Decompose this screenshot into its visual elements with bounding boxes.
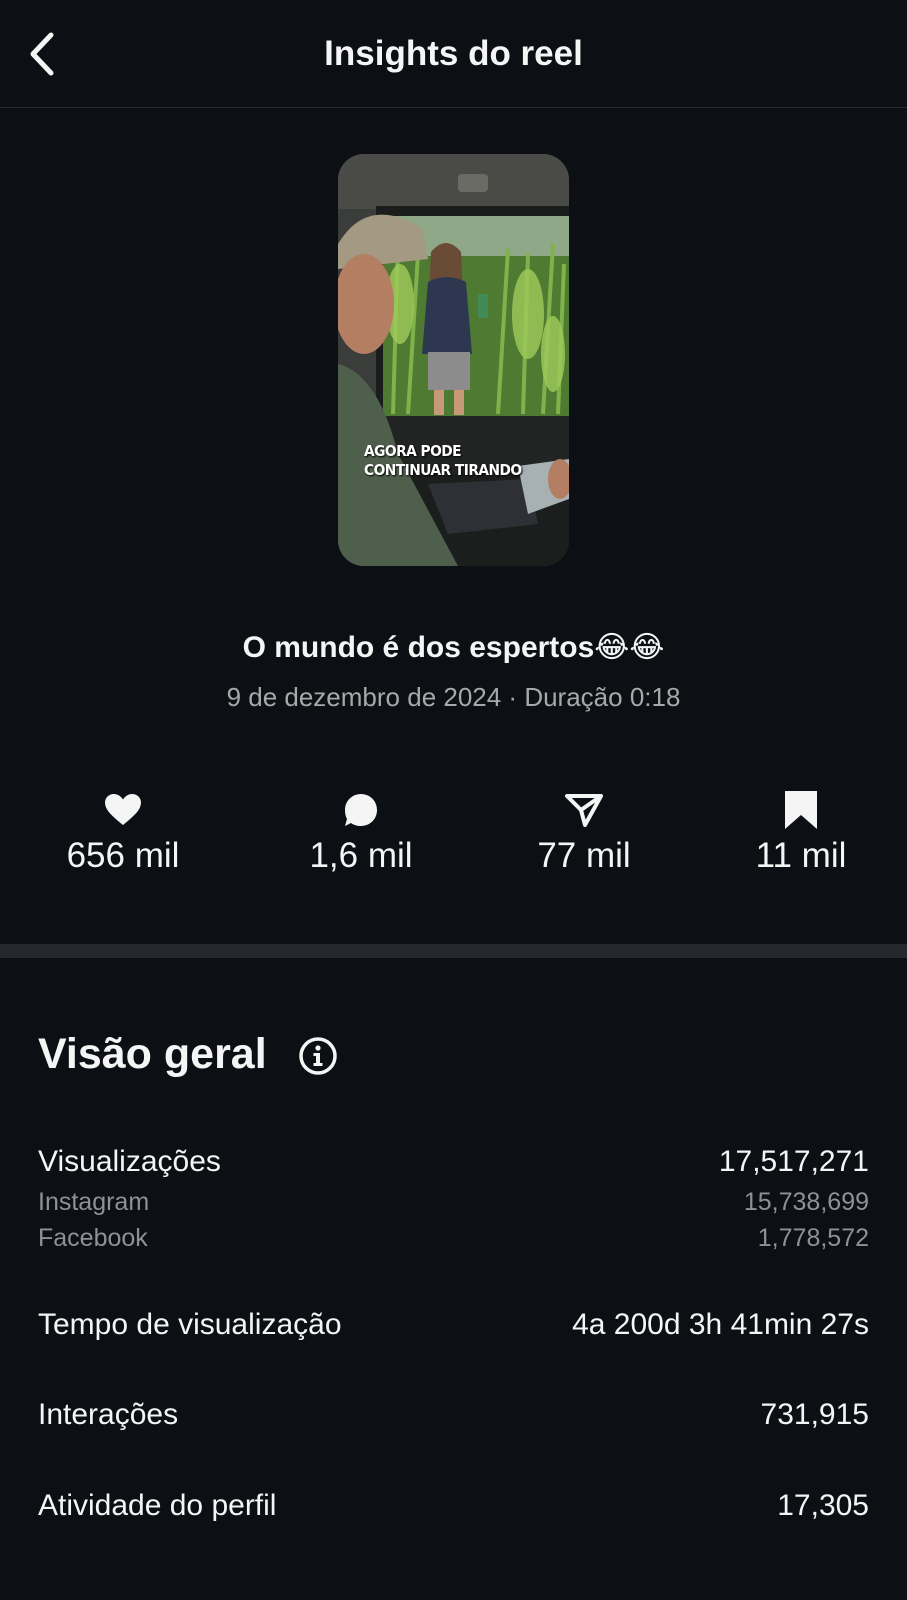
interactions-value: 731,915: [760, 1398, 869, 1431]
saves-stat: 11 mil: [701, 790, 901, 876]
shares-count: 77 mil: [537, 836, 631, 875]
reel-thumbnail[interactable]: AGORA PODE CONTINUAR TIRANDO: [338, 154, 569, 566]
heart-icon: [105, 794, 141, 825]
share-icon: [565, 794, 603, 827]
reel-title: O mundo é dos espertos😂😂: [242, 631, 665, 664]
info-icon[interactable]: [298, 1036, 338, 1076]
top-bar: Insights do reel: [0, 0, 907, 108]
watch-time-value: 4a 200d 3h 41min 27s: [572, 1308, 869, 1341]
page-title: Insights do reel: [324, 34, 583, 73]
comment-icon: [345, 794, 377, 826]
reel-meta: 9 de dezembro de 2024 · Duração 0:18: [226, 682, 681, 712]
views-instagram-value: 15,738,699: [743, 1188, 869, 1216]
saves-count: 11 mil: [755, 836, 847, 875]
views-facebook-label: Facebook: [38, 1224, 148, 1252]
comments-count: 1,6 mil: [309, 836, 413, 875]
bookmark-icon: [785, 791, 817, 829]
views-label: Visualizações: [38, 1145, 221, 1178]
comments-stat: 1,6 mil: [261, 790, 461, 876]
views-facebook-value: 1,778,572: [757, 1224, 869, 1252]
profile-activity-label: Atividade do perfil: [38, 1489, 277, 1522]
likes-stat: 656 mil: [23, 790, 223, 876]
overview-title: Visão geral: [38, 1030, 267, 1078]
interactions-label: Interações: [38, 1398, 179, 1431]
reel-thumbnail-image: [338, 154, 569, 566]
reel-caption-overlay: AGORA PODE CONTINUAR TIRANDO: [364, 442, 522, 479]
likes-count: 656 mil: [66, 836, 180, 875]
shares-stat: 77 mil: [484, 790, 684, 876]
watch-time-label: Tempo de visualização: [38, 1308, 342, 1341]
views-value: 17,517,271: [718, 1145, 869, 1178]
profile-activity-value: 17,305: [777, 1489, 869, 1522]
section-divider: [0, 944, 907, 958]
views-instagram-label: Instagram: [38, 1188, 150, 1216]
